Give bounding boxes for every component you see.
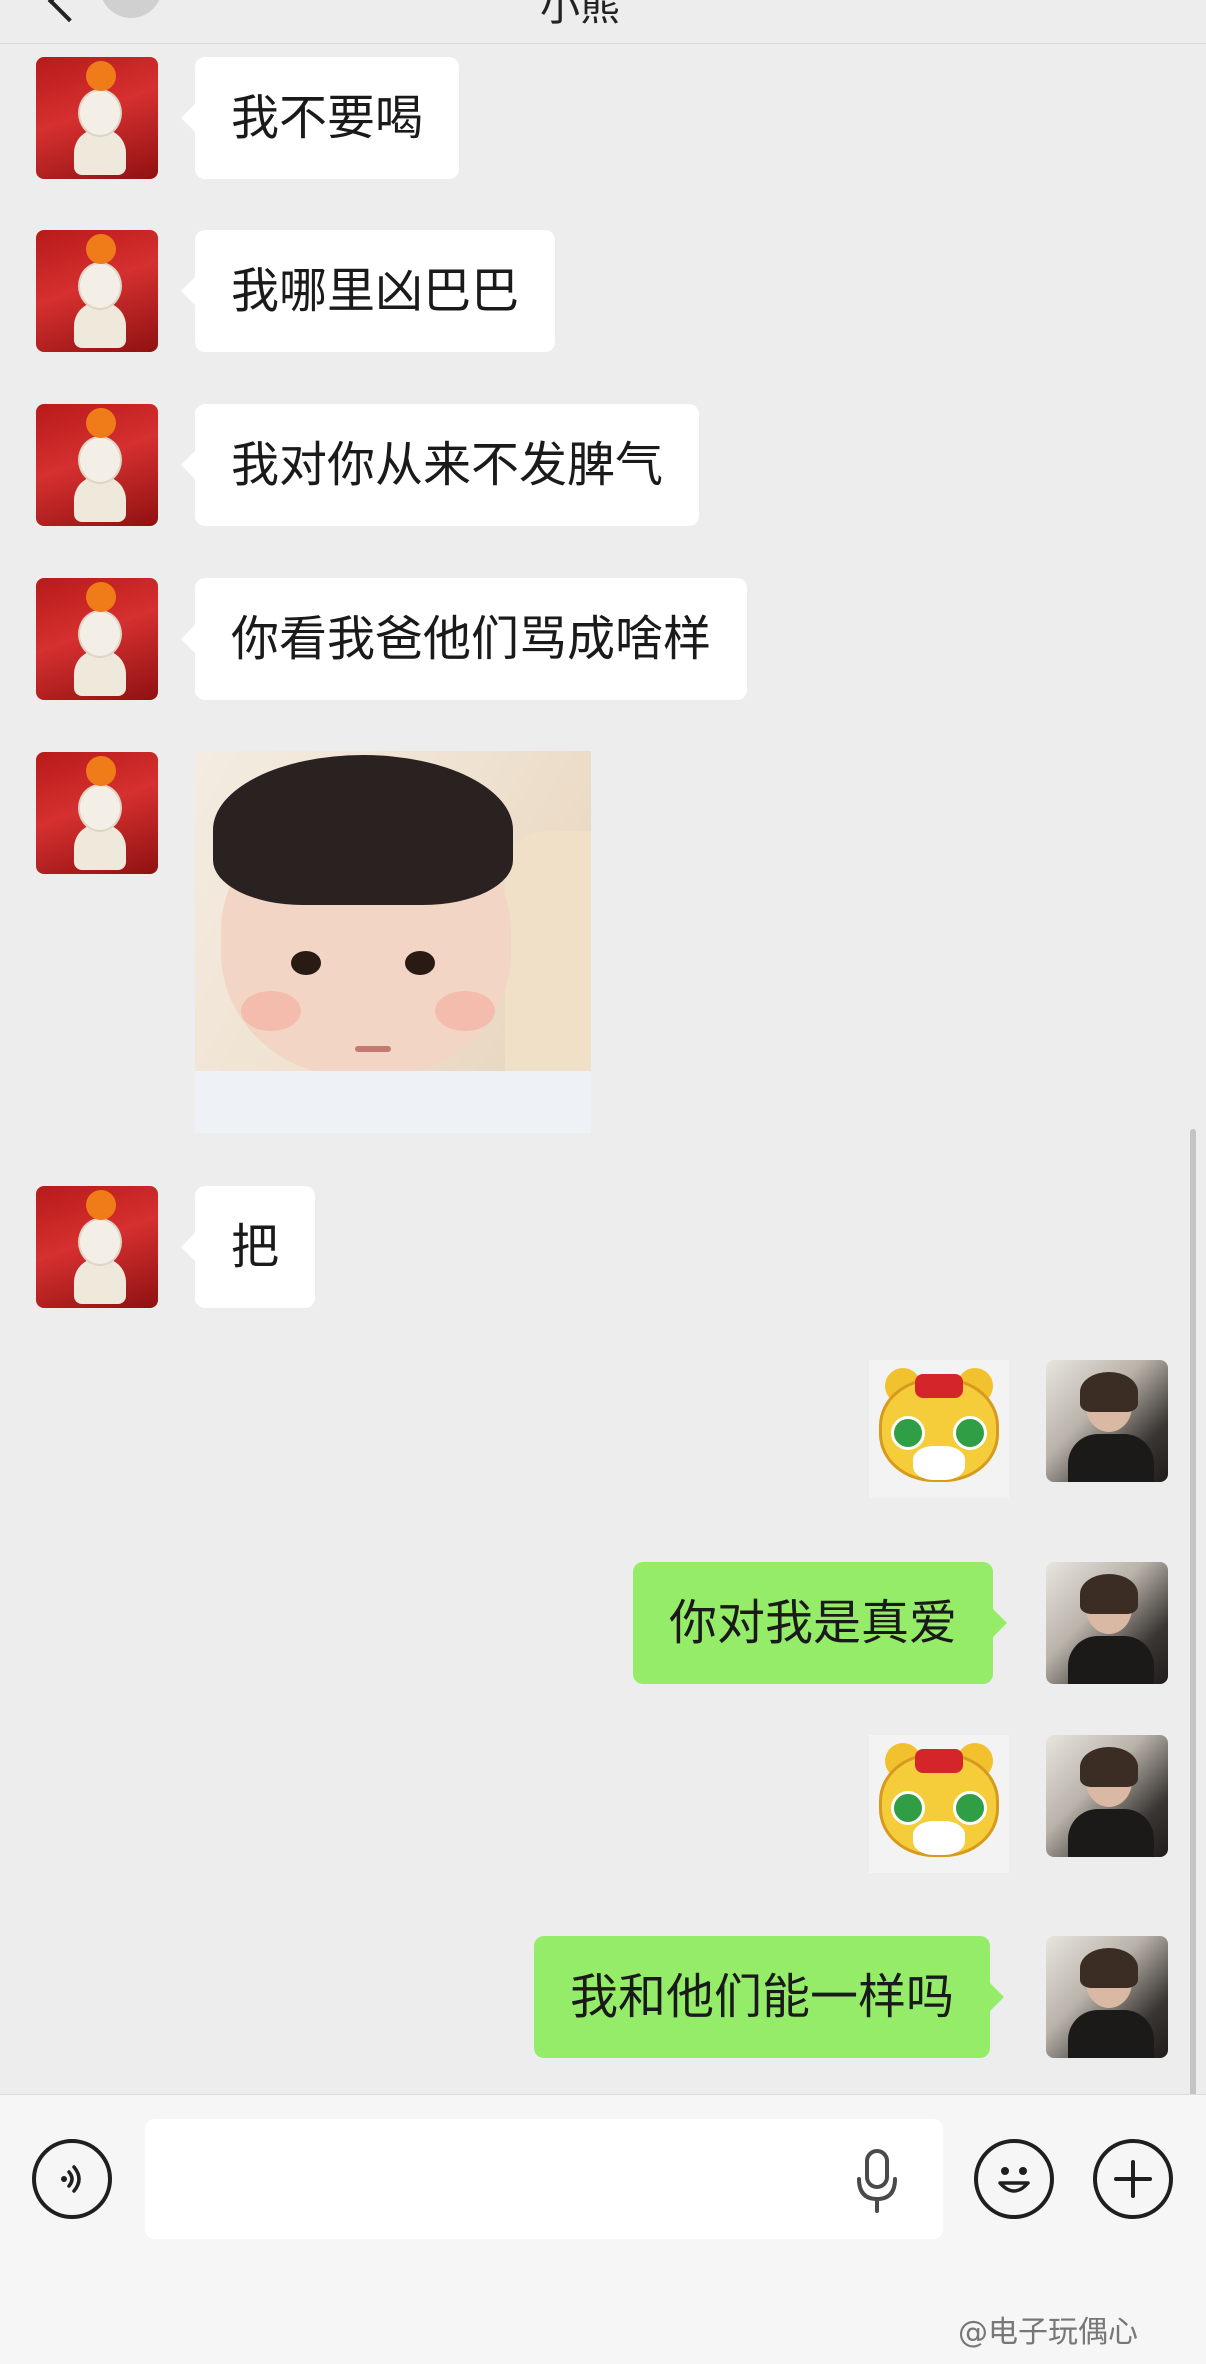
plus-icon [1114,2160,1152,2198]
back-icon[interactable] [47,0,91,23]
contact-avatar[interactable] [36,230,158,352]
contact-avatar[interactable] [36,752,158,874]
watermark: @电子玩偶心 [958,2315,1138,2350]
my-avatar[interactable] [1046,1936,1168,2058]
tiger-sticker[interactable] [869,1360,1009,1498]
message-input[interactable] [145,2119,943,2239]
my-avatar[interactable] [1046,1562,1168,1684]
voice-button[interactable] [32,2139,112,2219]
message-bubble-incoming[interactable]: 我哪里凶巴巴 [180,230,556,352]
chat-title: 小熊 [540,0,620,30]
message-bubble-outgoing[interactable]: 我和他们能一样吗 [534,1936,1005,2058]
baby-photo-sticker[interactable] [195,751,591,1133]
input-bar: @电子玩偶心 [0,2094,1206,2364]
plus-button[interactable] [1093,2139,1173,2219]
contact-avatar[interactable] [36,1186,158,1308]
voice-icon [61,2165,81,2193]
emoji-button[interactable] [974,2139,1054,2219]
message-bubble-incoming[interactable]: 我对你从来不发脾气 [180,404,700,526]
message-bubble-incoming[interactable]: 我不要喝 [180,57,460,179]
message-bubble-incoming[interactable]: 把 [180,1186,316,1308]
chat-area[interactable]: 我不要喝 我哪里凶巴巴 我对你从来不发脾气 你看我爸他们骂成啥样 把 你对我是真… [0,44,1206,2129]
header-avatar [100,0,162,18]
microphone-icon[interactable] [852,2147,902,2217]
message-bubble-outgoing[interactable]: 你对我是真爱 [633,1562,1008,1684]
contact-avatar[interactable] [36,404,158,526]
contact-avatar[interactable] [36,578,158,700]
emoji-icon [998,2167,1030,2193]
my-avatar[interactable] [1046,1735,1168,1857]
contact-avatar[interactable] [36,57,158,179]
top-bar: 小熊 [0,0,1206,44]
tiger-sticker[interactable] [869,1735,1009,1873]
message-bubble-incoming[interactable]: 你看我爸他们骂成啥样 [180,578,748,700]
my-avatar[interactable] [1046,1360,1168,1482]
scrollbar[interactable] [1190,1129,1196,2129]
